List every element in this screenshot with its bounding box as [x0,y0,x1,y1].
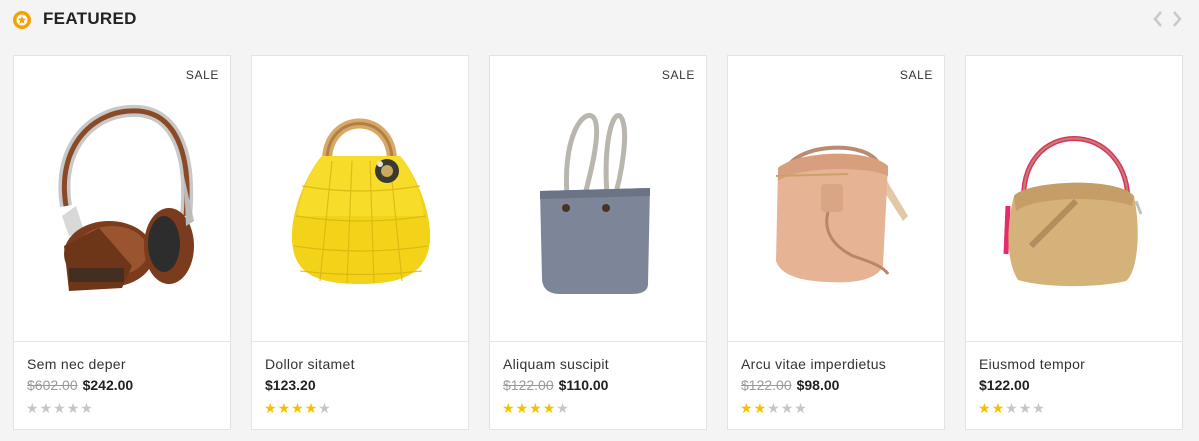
product-card[interactable]: Dollor sitamet $123.20 ★★★★★ [251,55,469,430]
star-empty-icon: ★ [1018,400,1032,416]
star-filled-icon: ★ [991,400,1005,416]
old-price: $122.00 [741,377,792,393]
current-price: $122.00 [979,377,1030,393]
product-name[interactable]: Arcu vitae imperdietus [741,356,886,372]
chevron-left-icon[interactable] [1151,9,1165,29]
star-empty-icon: ★ [780,400,794,416]
divider [966,341,1182,342]
star-empty-icon: ★ [66,400,80,416]
star-rating: ★★★★★ [26,400,94,416]
section-title: FEATURED [43,9,137,28]
star-rating: ★★★★★ [740,400,808,416]
grey-tote-bag-image [540,113,650,294]
price-row: $602.00 $242.00 [27,377,133,393]
product-card[interactable]: Eiusmod tempor $122.00 ★★★★★ [965,55,1183,430]
featured-header: FEATURED [0,0,1199,40]
price-row: $123.20 [265,377,316,393]
star-filled-icon: ★ [740,400,753,416]
star-filled-icon: ★ [502,400,515,416]
star-filled-icon: ★ [304,400,318,416]
current-price: $98.00 [796,377,840,393]
star-empty-icon: ★ [767,400,780,416]
star-rating: ★★★★★ [502,400,570,416]
product-image[interactable] [966,56,1182,341]
star-empty-icon: ★ [80,400,93,416]
product-image[interactable] [728,56,944,341]
product-name[interactable]: Dollor sitamet [265,356,355,372]
star-filled-icon: ★ [529,400,542,416]
badge-star-icon [13,11,31,29]
star-rating: ★★★★★ [264,400,332,416]
headphones-image [58,104,194,291]
star-empty-icon: ★ [1032,400,1045,416]
sale-badge: SALE [899,68,933,82]
old-price: $602.00 [27,377,78,393]
star-filled-icon: ★ [542,400,556,416]
divider [728,341,944,342]
star-empty-icon: ★ [53,400,66,416]
chevron-right-icon[interactable] [1170,9,1184,29]
star-empty-icon: ★ [318,400,331,416]
product-name[interactable]: Aliquam suscipit [503,356,609,372]
current-price: $110.00 [558,377,609,393]
star-filled-icon: ★ [515,400,529,416]
old-price: $122.00 [503,377,554,393]
price-row: $122.00 $98.00 [741,377,839,393]
sale-badge: SALE [661,68,695,82]
star-filled-icon: ★ [264,400,277,416]
divider [252,341,468,342]
star-filled-icon: ★ [277,400,291,416]
product-card[interactable]: SALE Arcu vitae imperdietus $122.00 $98.0… [727,55,945,430]
star-filled-icon: ★ [753,400,767,416]
product-card[interactable]: SALE Sem nec deper $602.00 $242.00 ★★★★★ [13,55,231,430]
star-empty-icon: ★ [794,400,807,416]
star-empty-icon: ★ [39,400,53,416]
product-name[interactable]: Eiusmod tempor [979,356,1085,372]
divider [490,341,706,342]
peach-bucket-bag-image [775,145,908,283]
star-empty-icon: ★ [556,400,569,416]
price-row: $122.00 [979,377,1030,393]
star-empty-icon: ★ [1005,400,1018,416]
product-image[interactable] [252,56,468,341]
current-price: $123.20 [265,377,316,393]
current-price: $242.00 [82,377,134,393]
star-filled-icon: ★ [978,400,991,416]
product-image[interactable] [14,56,230,341]
yellow-knit-bag-image [291,118,431,284]
sale-badge: SALE [185,68,219,82]
star-filled-icon: ★ [291,400,304,416]
product-card[interactable]: SALE Aliquam suscipit $122.00 $110.00 ★★★… [489,55,707,430]
product-name[interactable]: Sem nec deper [27,356,126,372]
price-row: $122.00 $110.00 [503,377,608,393]
tan-hobo-bag-image [1003,136,1143,287]
divider [14,341,230,342]
star-rating: ★★★★★ [978,400,1046,416]
star-empty-icon: ★ [26,400,39,416]
product-image[interactable] [490,56,706,341]
